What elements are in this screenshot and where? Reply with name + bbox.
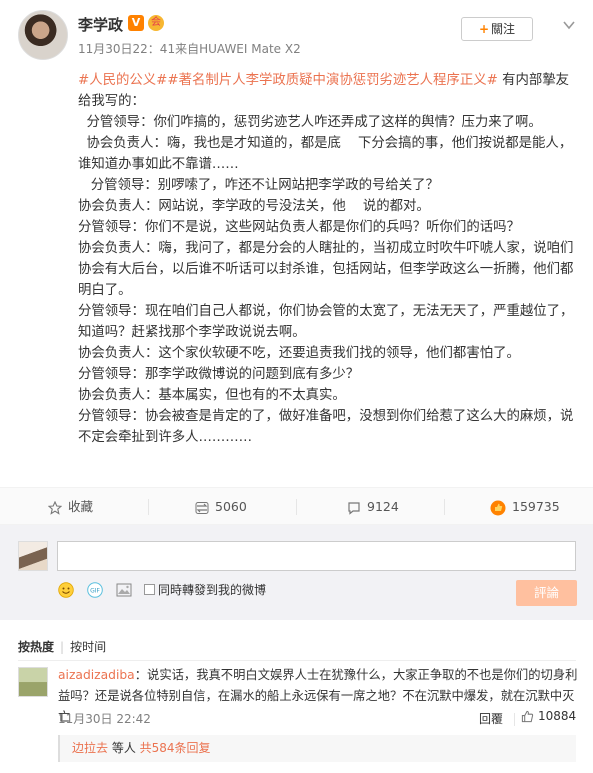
post-line: 分管领导：别啰嗦了，咋还不让网站把李学政的号给关了？ (78, 178, 439, 193)
comment-sort-bar: 按热度 | 按时间 (18, 638, 106, 655)
divider: | (60, 640, 65, 654)
favorite-button[interactable]: 收藏 (48, 488, 93, 526)
post-body: #人民的公义##著名制片人李学政质疑中演协惩罚劣迹艺人程序正义# 有内部摯友给我… (78, 70, 578, 448)
image-icon[interactable] (116, 582, 132, 598)
repost-count: 5060 (215, 499, 247, 514)
post-line: 协会负责人：嗨，我也是才知道的，都是底 下分会搞的事，他们按说都是能人，谁知道办… (78, 136, 573, 172)
reply-button[interactable]: 回覆 (479, 710, 503, 727)
follow-label: 關注 (491, 22, 516, 36)
plus-icon: + (478, 22, 490, 36)
post-line: 分管领导：协会被查是肯定的了，做好准备吧，没想到你们给惹了这么大的麻烦，说不定会… (78, 409, 574, 445)
commenter-name[interactable]: aizadizadiba (58, 668, 135, 682)
member-badge-icon[interactable]: 会 (148, 15, 164, 31)
emoji-icon[interactable] (58, 582, 74, 598)
thumb-up-icon (490, 500, 506, 515)
divider (296, 499, 297, 515)
subreply-user[interactable]: 边拉去 (72, 741, 108, 755)
post-line: 协会负责人：嗨，我问了，都是分会的人瞎扯的，当初成立时吹牛吓唬人家，说咱们协会有… (78, 241, 574, 298)
author-name[interactable]: 李学政 (78, 14, 123, 35)
my-avatar (18, 541, 48, 571)
repost-button[interactable]: 5060 (195, 488, 247, 526)
comment-button[interactable]: 9124 (347, 488, 399, 526)
sort-by-hot-tab[interactable]: 按热度 (18, 640, 54, 654)
verified-badge-icon: V (128, 15, 144, 31)
comment-like-button[interactable]: 10884 (521, 709, 576, 723)
divider (148, 499, 149, 515)
divider (444, 499, 445, 515)
topic-link[interactable]: #人民的公义# (78, 73, 167, 88)
post-line: 分管领导：你们不是说，这些网站负责人都是你们的兵吗？听你们的话吗？ (78, 220, 520, 235)
topic-link[interactable]: #著名制片人李学政质疑中演协惩罚劣迹艺人程序正义# (167, 73, 497, 88)
divider (514, 713, 515, 726)
repost-checkbox[interactable] (144, 584, 155, 595)
view-replies-link[interactable]: 共584条回复 (140, 741, 211, 755)
thumb-up-icon (521, 710, 534, 723)
comment-time: 11月30日 22:42 (58, 712, 151, 726)
like-button[interactable]: 159735 (490, 488, 560, 526)
action-bar: 收藏 5060 9124 159735 (0, 487, 593, 525)
like-count: 159735 (512, 499, 560, 514)
author-avatar[interactable] (18, 10, 68, 60)
comment-icon (348, 501, 360, 515)
svg-text:GIF: GIF (90, 588, 100, 595)
post-line: 分管领导：现在咱们自己人都说，你们协会管的太宽了，无法无天了，严重越位了，知道吗… (78, 304, 574, 340)
post-line: 协会负责人：网站说，李学政的号没法关，他 说的都对。 (78, 199, 430, 214)
post-line: 协会负责人：这个家伙软硬不吃，还要追责我们找的领导，他们都害怕了。 (78, 346, 520, 361)
favorite-label: 收藏 (68, 499, 94, 514)
post-intro: #人民的公义##著名制片人李学政质疑中演协惩罚劣迹艺人程序正义# 有内部摯友给我… (78, 70, 578, 112)
follow-button[interactable]: + 關注 (461, 17, 533, 41)
subreply-middle: 等人 (108, 741, 140, 755)
chevron-down-icon[interactable] (562, 18, 576, 32)
sub-reply-summary: 边拉去 等人 共584条回复 (58, 735, 576, 762)
post-line: 协会负责人：基本属实，但也有的不太真实。 (78, 388, 346, 403)
post-header: 李学政 V 会 11月30日22：41来自HUAWEI Mate X2 + 關注 (0, 0, 593, 70)
post-meta: 11月30日22：41来自HUAWEI Mate X2 (78, 42, 301, 56)
comment-input[interactable] (57, 541, 576, 571)
divider (18, 660, 576, 661)
repost-checkbox-label[interactable]: 同時轉發到我的微博 (158, 581, 266, 598)
commenter-avatar[interactable] (18, 667, 48, 697)
comment-composer: GIF 同時轉發到我的微博 評論 (0, 525, 593, 620)
comment-count: 9124 (367, 499, 399, 514)
submit-comment-button[interactable]: 評論 (516, 580, 577, 606)
comment-like-count: 10884 (538, 709, 577, 723)
gif-icon[interactable]: GIF (87, 582, 103, 598)
star-icon (48, 500, 62, 515)
repost-icon (195, 501, 209, 514)
post-line: 分管领导：那李学政微博说的问题到底有多少？ (78, 367, 360, 382)
post-line: 分管领导：你们咋搞的，惩罚劣迹艺人咋还弄成了这样的舆情？压力来了啊。 (78, 115, 542, 130)
sort-by-time-tab[interactable]: 按时间 (70, 640, 106, 654)
